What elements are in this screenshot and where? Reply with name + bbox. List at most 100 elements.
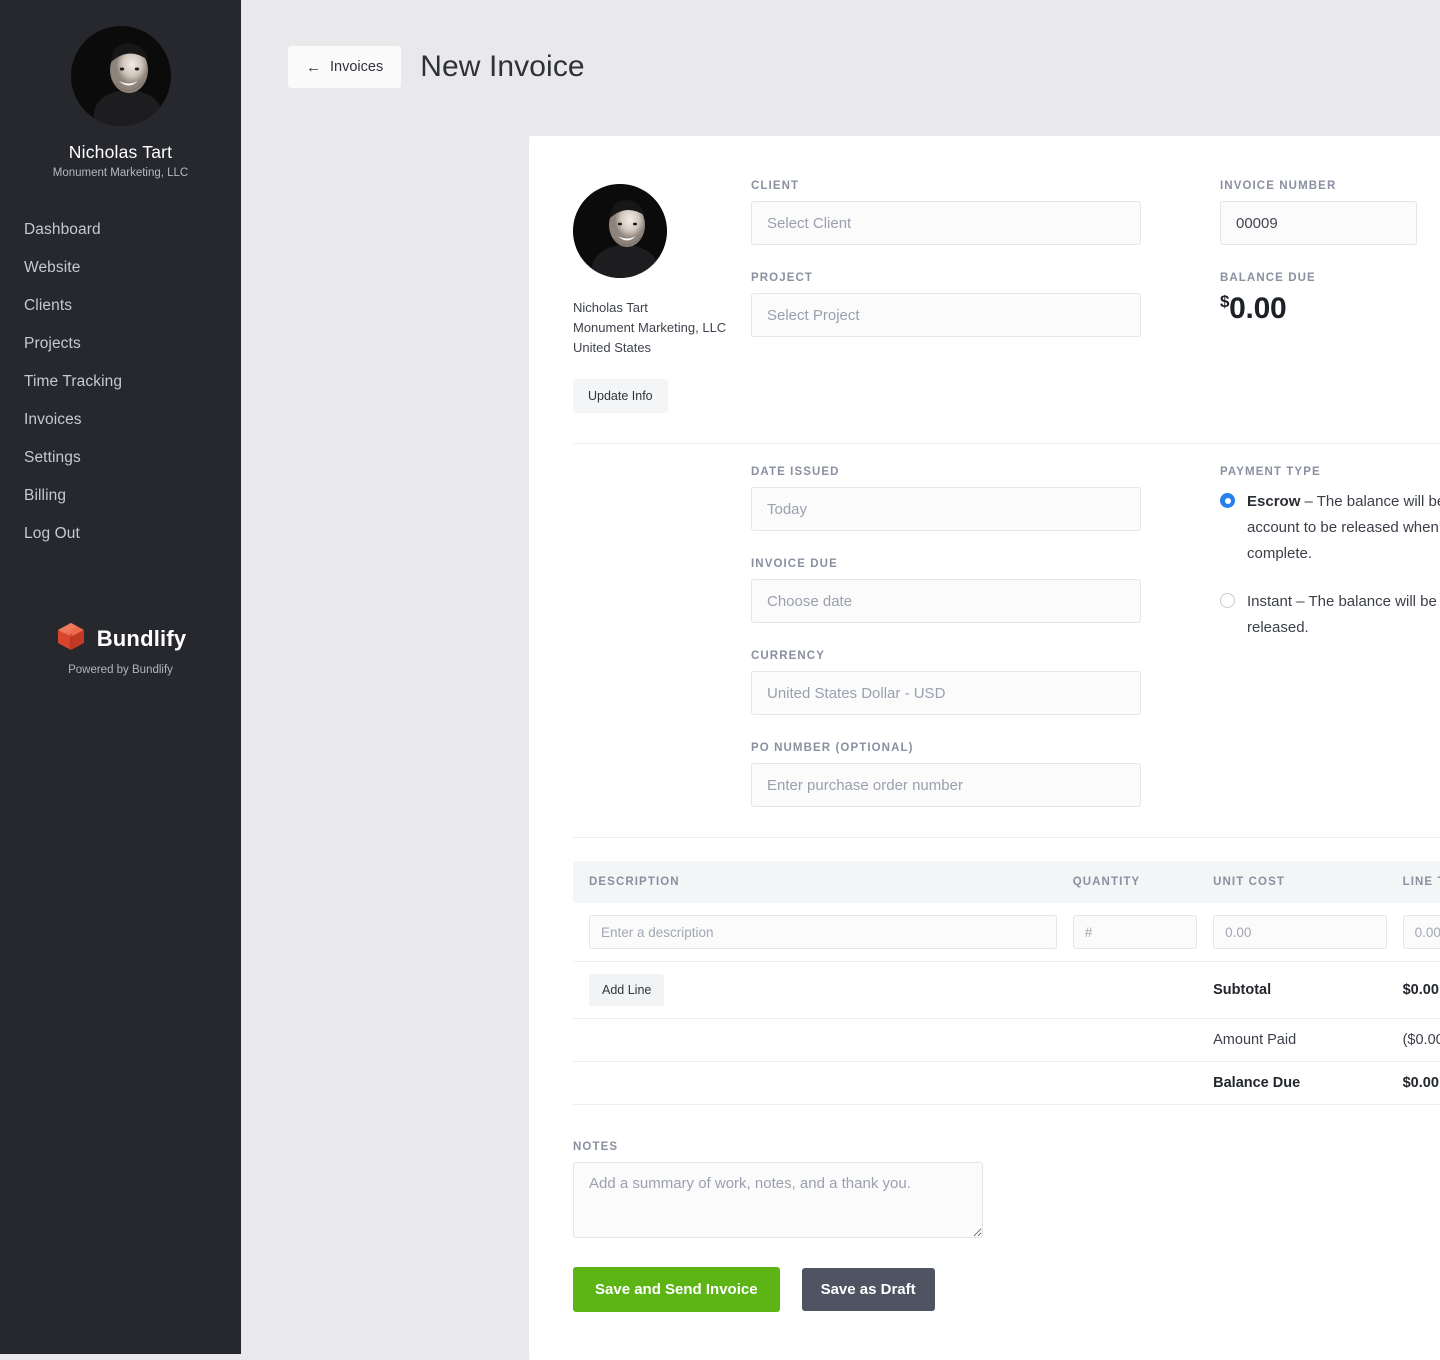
sender-column: Nicholas Tart Monument Marketing, LLC Un…	[573, 180, 751, 414]
sidebar-nav: Dashboard Website Clients Projects Time …	[0, 211, 241, 553]
sidebar-profile-name: Nicholas Tart	[68, 142, 173, 162]
payment-option-escrow-separator: –	[1300, 493, 1317, 511]
brand-row: Bundlify	[0, 620, 241, 657]
invoice-due-group: INVOICE DUE	[751, 558, 1181, 624]
invoice-details-section: DATE ISSUED INVOICE DUE CURRENCY PO	[573, 466, 1440, 808]
sidebar-item-dashboard[interactable]: Dashboard	[0, 211, 241, 249]
column-description: DESCRIPTION	[573, 861, 1057, 904]
po-number-input[interactable]	[751, 763, 1141, 808]
invoice-due-label: INVOICE DUE	[751, 558, 838, 571]
spacer-column	[573, 466, 751, 807]
cell-description	[573, 903, 1057, 963]
brand-powered-by: Powered by Bundlify	[68, 664, 173, 676]
cell-empty-3	[1056, 1018, 1198, 1063]
page-topbar: ← Invoices New Invoice	[241, 0, 1440, 88]
table-row	[573, 903, 1440, 963]
section-divider-1	[573, 443, 1440, 445]
date-issued-group: DATE ISSUED	[751, 466, 1181, 532]
line-quantity-input[interactable]	[1072, 915, 1198, 950]
invoice-date-fields: DATE ISSUED INVOICE DUE CURRENCY PO	[751, 466, 1181, 808]
app-root: Nicholas Tart Monument Marketing, LLC Da…	[0, 0, 1440, 1360]
sidebar-item-settings[interactable]: Settings	[0, 439, 241, 477]
add-line-button[interactable]: Add Line	[589, 974, 665, 1007]
invoice-left-fields: CLIENT PROJECT	[751, 180, 1181, 413]
currency-group: CURRENCY	[751, 650, 1181, 716]
sender-country: United States	[573, 340, 652, 356]
totals-row-subtotal: Add Line Subtotal $0.00	[573, 961, 1440, 1020]
radio-instant[interactable]	[1220, 592, 1235, 608]
totals-row-amount-paid: Amount Paid ($0.00)	[573, 1018, 1440, 1063]
sender-company: Monument Marketing, LLC	[573, 320, 727, 336]
po-number-label: PO NUMBER (OPTIONAL)	[751, 742, 914, 755]
payment-option-escrow[interactable]: Escrow – The balance will be placed in a…	[1220, 489, 1440, 566]
payment-type-section: PAYMENT TYPE Escrow – The balance will b…	[1181, 466, 1440, 807]
client-field-group: CLIENT	[751, 180, 1181, 245]
sidebar: Nicholas Tart Monument Marketing, LLC Da…	[0, 0, 241, 1354]
amount-paid-value: ($0.00)	[1386, 1018, 1440, 1063]
save-as-draft-button[interactable]: Save as Draft	[801, 1268, 935, 1312]
action-buttons: Save and Send Invoice Save as Draft	[573, 1267, 1440, 1313]
client-label: CLIENT	[751, 180, 800, 192]
back-to-invoices-button[interactable]: ← Invoices	[288, 46, 402, 88]
date-issued-label: DATE ISSUED	[751, 466, 840, 479]
invoice-right-fields: INVOICE NUMBER BALANCE DUE $0.00	[1181, 180, 1440, 413]
line-description-input[interactable]	[589, 915, 1057, 950]
main-content: ← Invoices New Invoice Nicholas Tart Mon…	[241, 0, 1440, 1360]
cell-empty-4	[573, 1061, 1057, 1106]
column-quantity: QUANTITY	[1056, 861, 1198, 904]
payment-option-instant-name: Instant	[1247, 592, 1293, 610]
sidebar-item-clients[interactable]: Clients	[0, 287, 241, 325]
balance-due-group: BALANCE DUE $0.00	[1220, 272, 1440, 324]
cube-box-icon	[55, 620, 87, 657]
payment-option-escrow-name: Escrow	[1247, 493, 1301, 511]
invoice-number-input[interactable]	[1220, 201, 1417, 245]
subtotal-label: Subtotal	[1197, 961, 1387, 1020]
notes-label: NOTES	[573, 1141, 619, 1154]
brand-footer: Bundlify Powered by Bundlify	[0, 620, 241, 676]
line-items-header: DESCRIPTION QUANTITY UNIT COST LINE TOTA…	[573, 861, 1440, 904]
cell-line-total	[1386, 903, 1440, 963]
project-input[interactable]	[751, 293, 1141, 337]
save-and-send-invoice-button[interactable]: Save and Send Invoice	[573, 1267, 780, 1313]
line-items-header-row: DESCRIPTION QUANTITY UNIT COST LINE TOTA…	[573, 861, 1440, 904]
balance-currency-symbol: $	[1220, 292, 1230, 311]
balance-due-total-value: $0.00	[1386, 1061, 1440, 1106]
user-avatar-photo	[70, 26, 171, 126]
balance-due-total-label: Balance Due	[1197, 1061, 1387, 1106]
balance-due-value: 0.00	[1229, 292, 1287, 325]
date-issued-input[interactable]	[751, 487, 1141, 532]
sidebar-item-website[interactable]: Website	[0, 249, 241, 287]
cell-quantity	[1056, 903, 1198, 963]
sidebar-item-projects[interactable]: Projects	[0, 325, 241, 363]
line-total-input[interactable]	[1402, 915, 1440, 950]
invoice-due-input[interactable]	[751, 579, 1141, 624]
invoice-number-group: INVOICE NUMBER	[1220, 180, 1440, 245]
invoice-top-section: Nicholas Tart Monument Marketing, LLC Un…	[573, 180, 1440, 414]
currency-input[interactable]	[751, 671, 1141, 716]
sidebar-item-invoices[interactable]: Invoices	[0, 401, 241, 439]
cell-empty-1	[1056, 961, 1198, 1020]
update-info-button[interactable]: Update Info	[573, 379, 668, 414]
project-label: PROJECT	[751, 272, 814, 284]
notes-section: NOTES Save and Send Invoice Save as Draf…	[573, 1141, 1440, 1313]
back-button-label: Invoices	[330, 59, 384, 75]
cell-empty-2	[573, 1018, 1057, 1063]
balance-due-amount: $0.00	[1220, 293, 1440, 324]
payment-option-instant[interactable]: Instant – The balance will be paid and i…	[1220, 589, 1440, 641]
radio-escrow[interactable]	[1220, 493, 1235, 509]
payment-option-instant-text: Instant – The balance will be paid and i…	[1247, 589, 1440, 641]
cell-empty-5	[1056, 1061, 1198, 1106]
page-title: New Invoice	[420, 50, 585, 83]
line-items-table: DESCRIPTION QUANTITY UNIT COST LINE TOTA…	[573, 861, 1440, 1106]
sidebar-item-log-out[interactable]: Log Out	[0, 515, 241, 553]
client-input[interactable]	[751, 201, 1141, 245]
sidebar-item-time-tracking[interactable]: Time Tracking	[0, 363, 241, 401]
amount-paid-label: Amount Paid	[1197, 1018, 1387, 1063]
line-unit-cost-input[interactable]	[1213, 915, 1387, 950]
line-items-body: Add Line Subtotal $0.00 Amount Paid ($0.…	[573, 903, 1440, 1106]
totals-row-balance-due: Balance Due $0.00	[573, 1061, 1440, 1106]
balance-due-label: BALANCE DUE	[1220, 272, 1316, 284]
sidebar-item-billing[interactable]: Billing	[0, 477, 241, 515]
sidebar-profile-company: Monument Marketing, LLC	[52, 167, 189, 179]
notes-textarea[interactable]	[573, 1162, 983, 1239]
